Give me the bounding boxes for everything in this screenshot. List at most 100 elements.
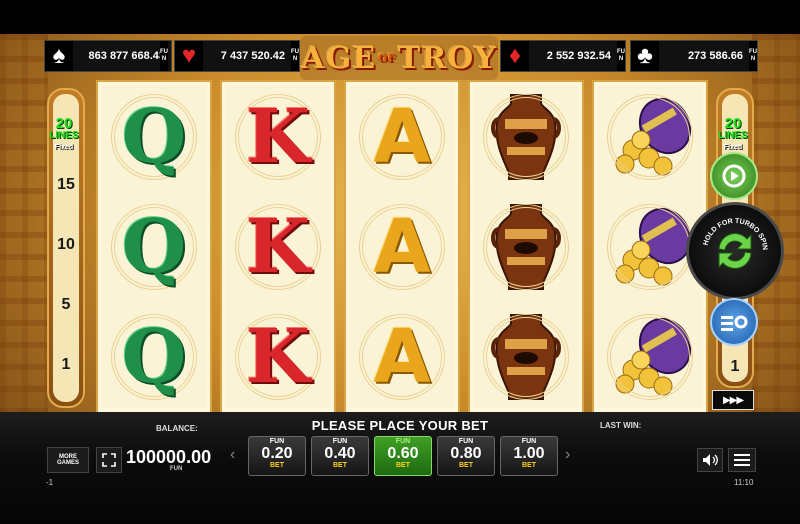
speaker-icon <box>703 454 718 466</box>
bet-amount: 0.60 <box>387 445 419 462</box>
symbol-a: A <box>346 82 458 192</box>
autoplay-button[interactable] <box>710 152 758 200</box>
jackpot-spade-currency: FUN <box>160 41 168 71</box>
bet-currency: FUN <box>458 438 474 445</box>
jackpot-spade-value: 863 877 668.43 <box>88 50 165 62</box>
jackpot-diamond-value: 2 552 932.54 <box>546 50 611 62</box>
autoplay-icon <box>722 164 746 188</box>
more-games-line2: GAMES <box>56 460 79 466</box>
amphora-icon <box>470 82 582 192</box>
symbol-q: Q <box>98 192 210 302</box>
bet-prev-arrow[interactable]: ‹ <box>230 446 235 464</box>
symbol-k: K <box>222 302 334 412</box>
fullscreen-button[interactable] <box>96 447 122 473</box>
jackpot-club: ♣ 273 586.66 FUN <box>630 40 758 72</box>
symbol-k: K <box>222 82 334 192</box>
bet-amount: 0.80 <box>450 445 482 462</box>
bet-option-0[interactable]: FUN 0.20 BET <box>248 436 306 476</box>
reel-4 <box>468 80 584 414</box>
symbol-q-glyph: Q <box>121 314 187 400</box>
right-lines-indicator: 20 LINES Fixed <box>713 115 753 154</box>
spin-button[interactable]: HOLD FOR TURBO SPIN <box>686 202 784 300</box>
bet-caption: BET <box>396 462 410 469</box>
bet-caption: BET <box>459 462 473 469</box>
reel-2: K K K <box>220 80 336 414</box>
logo-troy: TROY <box>397 40 497 76</box>
logo-age: AGE <box>301 40 377 76</box>
balance-label: BALANCE: <box>156 424 198 433</box>
jackpot-spade: ♠ 863 877 668.43 <box>44 40 172 72</box>
skip-forward-button[interactable]: ▶▶▶ <box>712 390 754 410</box>
symbol-a: A <box>346 302 458 412</box>
hamburger-icon <box>734 454 750 466</box>
heart-icon: ♥ <box>175 41 203 71</box>
settings-icon <box>721 315 748 331</box>
jackpot-club-value: 273 586.66 <box>687 50 743 62</box>
status-message: PLEASE PLACE YOUR BET <box>311 418 489 433</box>
triple-play-icon: ▶▶▶ <box>722 394 744 406</box>
bet-option-3[interactable]: FUN 0.80 BET <box>437 436 495 476</box>
line-marker-10: 10 <box>57 236 75 253</box>
jackpot-club-currency: FUN <box>749 41 757 71</box>
club-icon: ♣ <box>631 41 659 71</box>
bet-option-1[interactable]: FUN 0.40 BET <box>311 436 369 476</box>
bet-caption: BET <box>270 462 284 469</box>
jackpot-heart: ♥ 7 437 520.42 FUN <box>174 40 300 72</box>
bet-option-4[interactable]: FUN 1.00 BET <box>500 436 558 476</box>
bet-amount: 0.40 <box>324 445 356 462</box>
lines-mode: Fixed <box>54 144 74 151</box>
jackpot-diamond-currency: FUN <box>617 41 625 71</box>
bet-amount: 0.20 <box>261 445 293 462</box>
jackpot-diamond: ♦ 2 552 932.54 FUN <box>500 40 626 72</box>
symbol-q: Q <box>98 82 210 192</box>
bet-caption: BET <box>522 462 536 469</box>
footer-bar: -1 11:10 <box>0 478 800 490</box>
fullscreen-icon <box>102 453 116 467</box>
symbol-q: Q <box>98 302 210 412</box>
line-marker-15: 15 <box>57 176 75 193</box>
symbol-a-glyph: A <box>373 204 431 290</box>
balance-currency: FUN <box>170 466 183 472</box>
sound-button[interactable] <box>697 448 723 472</box>
jackpot-heart-currency: FUN <box>291 41 299 71</box>
right-lines-label: LINES <box>718 130 748 141</box>
clock: 11:10 <box>734 478 754 487</box>
jackpot-heart-value: 7 437 520.42 <box>220 50 285 62</box>
amphora-icon <box>470 302 582 412</box>
settings-button[interactable] <box>710 298 758 346</box>
symbol-q-glyph: Q <box>121 204 187 290</box>
last-win-label: LAST WIN: <box>600 421 642 430</box>
spin-arrows-icon: HOLD FOR TURBO SPIN <box>703 218 768 269</box>
footer-left-text: -1 <box>46 478 54 487</box>
bet-amount: 1.00 <box>513 445 545 462</box>
right-lines-count: 20 <box>724 115 742 132</box>
coin-pot-icon <box>594 82 706 192</box>
bet-currency: FUN <box>521 438 537 445</box>
left-meander-decoration <box>0 34 48 414</box>
bet-currency: FUN <box>395 438 411 445</box>
symbol-a-glyph: A <box>373 94 431 180</box>
reel-3: A A A <box>344 80 460 414</box>
spade-icon: ♠ <box>45 41 73 71</box>
lines-label: LINES <box>49 130 79 141</box>
right-line-marker-1: 1 <box>730 358 740 375</box>
bet-next-arrow[interactable]: › <box>565 446 570 464</box>
symbol-k-glyph: K <box>245 204 311 290</box>
bet-currency: FUN <box>269 438 285 445</box>
bet-option-2-selected[interactable]: FUN 0.60 BET <box>374 436 432 476</box>
more-games-button[interactable]: MORE GAMES <box>47 447 89 473</box>
logo-of: OF <box>378 52 396 64</box>
amphora-icon <box>470 192 582 302</box>
game-logo: AGE OF TROY <box>300 36 498 80</box>
reel-1: Q Q Q <box>96 80 212 414</box>
bet-currency: FUN <box>332 438 348 445</box>
line-marker-1: 1 <box>61 356 71 373</box>
game-screen: ♠ 863 877 668.43 ♥ 7 437 520.42 FUN ♦ 2 … <box>0 0 800 524</box>
symbol-a: A <box>346 192 458 302</box>
left-lines-indicator: 20 LINES Fixed <box>44 116 84 154</box>
menu-button[interactable] <box>728 448 756 472</box>
line-marker-5: 5 <box>61 296 71 313</box>
symbol-k-glyph: K <box>245 94 311 180</box>
top-bar <box>0 0 800 34</box>
coin-pot-icon <box>594 302 706 412</box>
